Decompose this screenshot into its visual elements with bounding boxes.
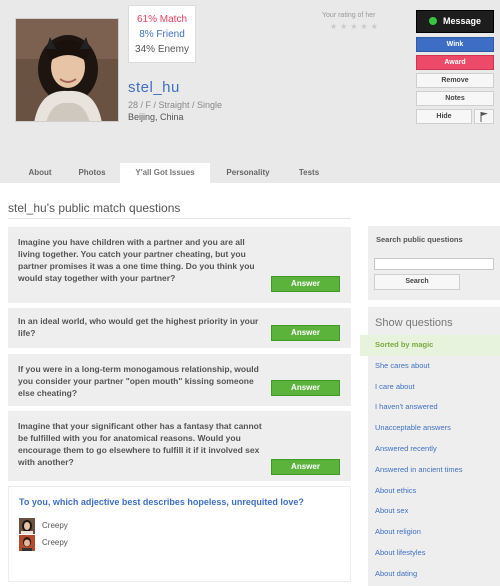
tab-photos[interactable]: Photos [70, 163, 114, 183]
match-percentages: 61% Match 8% Friend 34% Enemy [128, 5, 196, 63]
profile-tabs: About Photos Y'all Got Issues Personalit… [0, 163, 500, 183]
rating-label: Your rating of her [322, 12, 376, 19]
message-button[interactable]: Message [416, 10, 494, 33]
filter-list: Sorted by magic She cares about I care a… [360, 335, 500, 585]
search-button[interactable]: Search [374, 274, 460, 290]
filter-about-ethics[interactable]: About ethics [368, 481, 500, 502]
filter-about-religion[interactable]: About religion [368, 522, 500, 543]
tab-personality[interactable]: Personality [218, 163, 278, 183]
filter-about-sex[interactable]: About sex [368, 501, 500, 522]
profile-photo[interactable] [15, 18, 119, 122]
flag-icon [480, 112, 488, 122]
question-text: In an ideal world, who would get the hig… [18, 316, 259, 338]
message-label: Message [442, 16, 482, 26]
tab-yall-got-issues[interactable]: Y'all Got Issues [120, 163, 210, 183]
question-card: In an ideal world, who would get the hig… [8, 308, 351, 348]
flag-button[interactable] [474, 109, 494, 124]
page-title: stel_hu's public match questions [8, 201, 181, 215]
hide-button[interactable]: Hide [416, 109, 472, 124]
filter-she-cares-about[interactable]: She cares about [368, 356, 500, 377]
answer-button[interactable]: Answer [271, 459, 340, 475]
profile-username: stel_hu [128, 79, 180, 96]
question-text: If you were in a long-term monogamous re… [18, 364, 259, 398]
answered-question-card: To you, which adjective best describes h… [8, 486, 351, 582]
search-input[interactable] [374, 258, 494, 270]
profile-location: Beijing, China [128, 112, 184, 122]
filter-answered-ancient[interactable]: Answered in ancient times [368, 460, 500, 481]
search-questions-panel: Search public questions Search [368, 226, 500, 300]
answer-button[interactable]: Answer [271, 380, 340, 396]
tab-tests[interactable]: Tests [288, 163, 330, 183]
question-card: If you were in a long-term monogamous re… [8, 354, 351, 406]
filter-about-dating[interactable]: About dating [368, 564, 500, 585]
my-avatar [19, 535, 35, 551]
question-text: Imagine that your significant other has … [18, 421, 262, 467]
enemy-percent: 34% Enemy [135, 44, 189, 55]
filter-about-lifestyles[interactable]: About lifestyles [368, 543, 500, 564]
my-answer: Creepy [42, 538, 68, 547]
award-button[interactable]: Award [416, 55, 494, 70]
question-text: Imagine you have children with a partner… [18, 237, 255, 283]
search-label: Search public questions [376, 235, 463, 244]
their-answer: Creepy [42, 521, 68, 530]
match-percent: 61% Match [136, 14, 188, 25]
online-status-icon [428, 17, 437, 25]
filter-unacceptable-answers[interactable]: Unacceptable answers [368, 418, 500, 439]
wink-button[interactable]: Wink [416, 37, 494, 52]
show-questions-panel: Show questions Sorted by magic She cares… [360, 307, 500, 586]
question-card: Imagine that your significant other has … [8, 411, 351, 481]
answer-button[interactable]: Answer [271, 325, 340, 341]
filter-i-care-about[interactable]: I care about [368, 377, 500, 398]
profile-demographics: 28 / F / Straight / Single [128, 100, 223, 110]
remove-button[interactable]: Remove [416, 73, 494, 88]
title-divider [8, 218, 351, 219]
profile-header: 61% Match 8% Friend 34% Enemy stel_hu 28… [0, 0, 500, 183]
profile-details: 28 / F / Straight / Single Beijing, Chin… [128, 99, 222, 123]
answered-question-text: To you, which adjective best describes h… [19, 497, 304, 507]
tab-about[interactable]: About [18, 163, 62, 183]
show-questions-title: Show questions [375, 317, 453, 329]
filter-i-havent-answered[interactable]: I haven't answered [368, 397, 500, 418]
question-card: Imagine you have children with a partner… [8, 227, 351, 303]
notes-button[interactable]: Notes [416, 91, 494, 106]
friend-percent: 8% Friend [139, 29, 185, 40]
filter-sorted-by-magic[interactable]: Sorted by magic [360, 335, 500, 356]
answer-button[interactable]: Answer [271, 276, 340, 292]
their-avatar [19, 518, 35, 534]
rating-stars[interactable]: ★★★★★ [330, 22, 381, 31]
filter-answered-recently[interactable]: Answered recently [368, 439, 500, 460]
